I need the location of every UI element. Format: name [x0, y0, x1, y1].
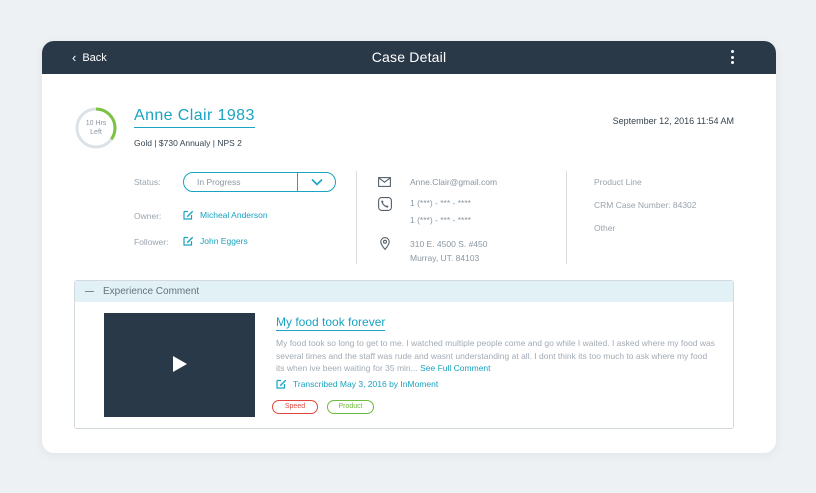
chevron-down-icon — [310, 178, 323, 186]
follower-label: Follower: — [134, 237, 169, 247]
contact-phone-1: 1 (***) - *** - **** — [410, 198, 471, 208]
edit-icon — [276, 379, 287, 389]
status-label: Status: — [134, 177, 161, 187]
comment-text: My food took so long to get to me. I wat… — [276, 338, 715, 373]
video-player[interactable] — [104, 313, 255, 417]
customer-subinfo: Gold | $730 Annualy | NPS 2 — [134, 138, 242, 148]
phone-icon — [378, 197, 392, 211]
owner-label: Owner: — [134, 211, 162, 221]
follower-value: John Eggers — [200, 235, 248, 246]
transcribed-text: Transcribed May 3, 2016 by InMoment — [293, 378, 439, 389]
edit-icon — [183, 236, 194, 246]
chevron-left-icon: ‹ — [72, 50, 77, 65]
divider — [566, 171, 567, 264]
more-options-icon[interactable] — [728, 50, 736, 66]
tag-product[interactable]: Product — [327, 400, 374, 414]
top-bar: Case Detail ‹ Back — [42, 41, 776, 74]
back-label: Back — [82, 51, 107, 64]
status-value: In Progress — [197, 177, 241, 187]
experience-comment-header[interactable]: Experience Comment — [75, 281, 733, 302]
customer-name-link[interactable]: Anne Clair 1983 — [134, 107, 255, 128]
contact-phone-2: 1 (***) - *** - **** — [410, 215, 471, 225]
time-left-unit: Left — [90, 129, 102, 136]
experience-comment-panel: Experience Comment My food took forever … — [74, 280, 734, 429]
collapse-icon — [85, 291, 94, 292]
edit-icon — [183, 210, 194, 220]
owner-value: Micheal Anderson — [200, 209, 268, 220]
status-dropdown[interactable]: In Progress — [183, 172, 336, 192]
contact-address-line-1: 310 E. 4500 S. #450 — [410, 239, 488, 249]
crm-case-number: CRM Case Number: 84302 — [594, 200, 697, 210]
time-left-value: 10 Hrs — [85, 120, 107, 127]
contact-email: Anne.Clair@gmail.com — [410, 177, 498, 187]
experience-comment-title: Experience Comment — [103, 286, 200, 297]
comment-title-link[interactable]: My food took forever — [276, 315, 386, 331]
comment-body: My food took so long to get to me. I wat… — [276, 337, 716, 375]
play-icon[interactable] — [173, 356, 187, 372]
transcribed-link[interactable]: Transcribed May 3, 2016 by InMoment — [276, 378, 438, 389]
contact-address-line-2: Murray, UT. 84103 — [410, 253, 480, 263]
divider — [356, 171, 357, 264]
product-line: Product Line — [594, 177, 642, 187]
mail-icon — [378, 177, 391, 187]
tag-speed[interactable]: Speed — [272, 400, 318, 414]
case-datetime: September 12, 2016 11:54 AM — [612, 116, 734, 126]
follower-link[interactable]: John Eggers — [183, 235, 248, 246]
time-left-indicator: 10 Hrs Left — [74, 106, 118, 150]
owner-link[interactable]: Micheal Anderson — [183, 209, 268, 220]
see-full-comment-link[interactable]: See Full Comment — [420, 363, 490, 373]
case-detail-window: Case Detail ‹ Back 10 Hrs Left Anne Clai… — [42, 41, 776, 453]
product-other: Other — [594, 223, 616, 233]
location-pin-icon — [380, 237, 390, 250]
back-button[interactable]: ‹ Back — [72, 41, 107, 74]
page-title: Case Detail — [371, 49, 447, 65]
status-dropdown-button[interactable] — [297, 173, 335, 191]
